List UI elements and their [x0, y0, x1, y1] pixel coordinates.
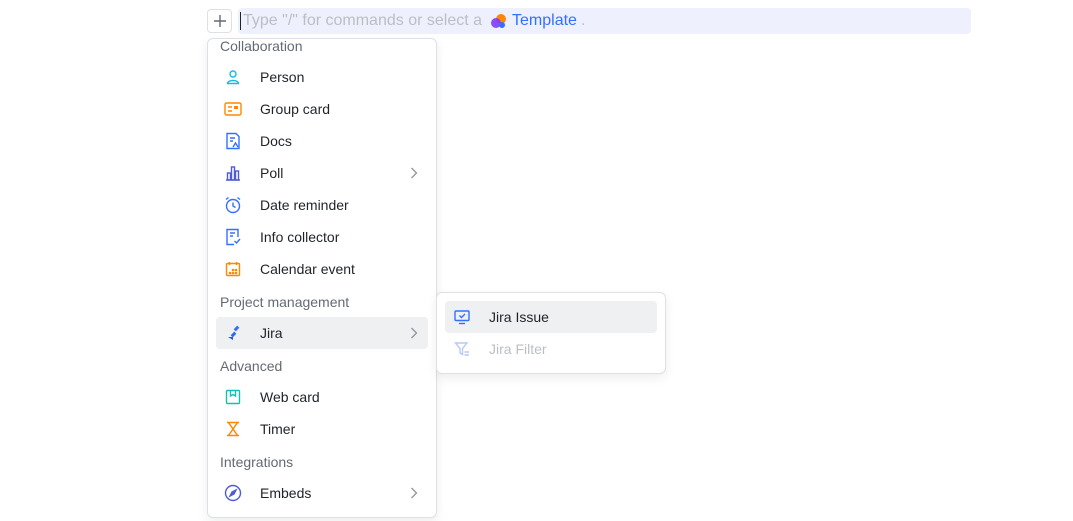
menu-item-label: Docs: [260, 133, 292, 149]
filter-icon: [453, 340, 471, 358]
compass-icon: [224, 484, 242, 502]
person-icon: [224, 68, 242, 86]
poll-icon: [224, 164, 242, 182]
section-title-integrations: Integrations: [220, 454, 294, 470]
editor-placeholder: Type "/" for commands or select a: [243, 12, 483, 29]
text-caret: [240, 12, 241, 30]
group-card-icon: [224, 100, 242, 118]
calendar-icon: [224, 260, 242, 278]
menu-item-calendar-event[interactable]: Calendar event: [216, 253, 428, 285]
placeholder-suffix: .: [580, 12, 586, 29]
menu-item-label: Poll: [260, 165, 284, 181]
jira-submenu: Jira Issue Jira Filter: [436, 292, 666, 374]
menu-item-label: Calendar event: [260, 261, 355, 277]
menu-item-embeds[interactable]: Embeds: [216, 477, 428, 509]
chevron-right-icon: [406, 485, 422, 501]
submenu-item-label: Jira Issue: [489, 309, 549, 325]
alarm-clock-icon: [224, 196, 242, 214]
hourglass-icon: [224, 420, 242, 438]
form-check-icon: [224, 228, 242, 246]
menu-item-person[interactable]: Person: [216, 61, 428, 93]
menu-item-label: Embeds: [260, 485, 312, 501]
menu-item-jira[interactable]: Jira: [216, 317, 428, 349]
web-card-icon: [224, 388, 242, 406]
menu-item-poll[interactable]: Poll: [216, 157, 428, 189]
menu-item-date-reminder[interactable]: Date reminder: [216, 189, 428, 221]
plus-icon: [213, 15, 226, 27]
menu-item-label: Web card: [260, 389, 320, 405]
menu-item-label: Timer: [260, 421, 296, 437]
menu-item-timer[interactable]: Timer: [216, 413, 428, 445]
jira-icon: [224, 324, 242, 342]
chevron-right-icon: [406, 165, 422, 181]
menu-item-label: Person: [260, 69, 305, 85]
menu-item-label: Date reminder: [260, 197, 349, 213]
menu-item-group-card[interactable]: Group card: [216, 93, 428, 125]
editor-input-line[interactable]: Type "/" for commands or select a Templa…: [238, 8, 971, 34]
monitor-check-icon: [453, 308, 471, 326]
section-title-advanced: Advanced: [220, 358, 283, 374]
chevron-right-icon: [406, 325, 422, 341]
submenu-item-jira-filter[interactable]: Jira Filter: [445, 333, 657, 365]
template-link[interactable]: Template: [512, 12, 577, 30]
menu-item-label: Jira: [260, 325, 283, 341]
menu-item-web-card[interactable]: Web card: [216, 381, 428, 413]
add-block-button[interactable]: [207, 9, 232, 33]
submenu-item-label: Jira Filter: [489, 341, 547, 357]
template-icon: [490, 13, 508, 29]
editor-stage: Type "/" for commands or select a Templa…: [0, 0, 1073, 521]
section-title-collaboration: Collaboration: [220, 38, 303, 54]
submenu-item-jira-issue[interactable]: Jira Issue: [445, 301, 657, 333]
menu-item-label: Group card: [260, 101, 331, 117]
menu-item-info-collector[interactable]: Info collector: [216, 221, 428, 253]
section-title-project-management: Project management: [220, 294, 350, 310]
menu-item-docs[interactable]: Docs: [216, 125, 428, 157]
docs-icon: [224, 132, 242, 150]
block-insert-menu: Collaboration Person Group card Docs Pol…: [207, 38, 437, 518]
menu-item-label: Info collector: [260, 229, 340, 245]
